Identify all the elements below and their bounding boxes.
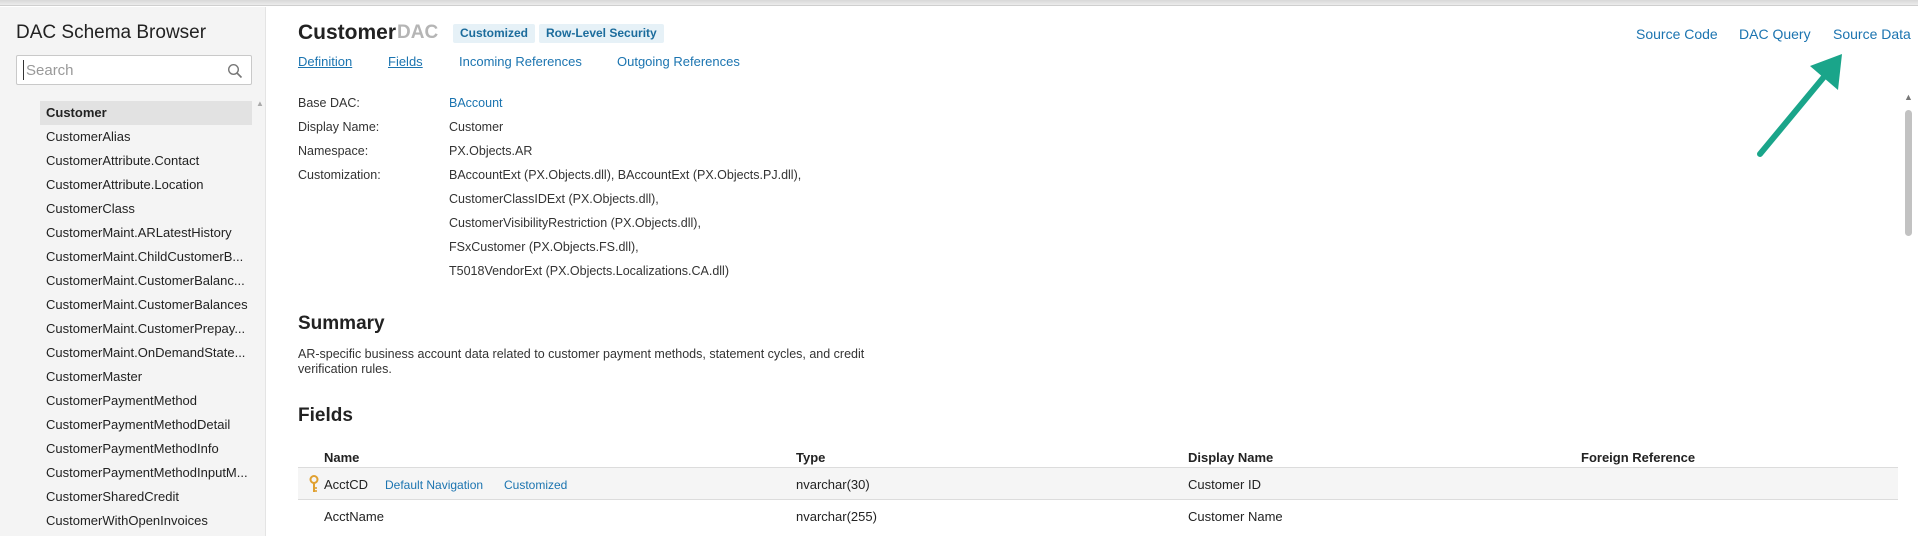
column-header-name[interactable]: Name (324, 450, 359, 465)
list-item[interactable]: CustomerMaint.OnDemandState... (40, 341, 252, 365)
tab-incoming-references[interactable]: Incoming References (459, 54, 582, 69)
annotation-arrow (1757, 54, 1842, 157)
scrollbar-thumb[interactable] (1905, 110, 1912, 236)
list-item[interactable]: CustomerAlias (40, 125, 252, 149)
customization-value: CustomerVisibilityRestriction (PX.Object… (449, 216, 701, 230)
tab-fields[interactable]: Fields (388, 54, 423, 69)
namespace-value: PX.Objects.AR (449, 144, 533, 158)
column-header-display-name[interactable]: Display Name (1188, 450, 1273, 465)
list-item[interactable]: CustomerSharedCredit (40, 485, 252, 509)
list-item[interactable]: CustomerWithOpenInvoices (40, 509, 252, 533)
field-display-name: Customer Name (1188, 509, 1283, 524)
customization-value: CustomerClassIDExt (PX.Objects.dll), (449, 192, 659, 206)
search-icon[interactable] (227, 63, 243, 79)
list-item[interactable]: CustomerMaint.CustomerBalances (40, 293, 252, 317)
field-display-name: Customer ID (1188, 477, 1261, 492)
list-item[interactable]: CustomerMaster (40, 365, 252, 389)
field-name: AcctCD (324, 477, 369, 492)
list-item[interactable]: CustomerMaint.CustomerBalanc... (40, 269, 252, 293)
list-item[interactable]: CustomerPaymentMethodDetail (40, 413, 252, 437)
scroll-up-icon[interactable]: ▲ (1904, 92, 1913, 102)
source-code-link[interactable]: Source Code (1636, 26, 1718, 42)
tab-outgoing-references[interactable]: Outgoing References (617, 54, 740, 69)
sidebar: DAC Schema Browser ▲ Customer CustomerAl… (0, 7, 266, 536)
page-title: Customer (298, 21, 397, 44)
customization-label: Customization: (298, 168, 381, 182)
summary-heading: Summary (298, 313, 385, 334)
base-dac-label: Base DAC: (298, 96, 360, 110)
list-item[interactable]: Customer (40, 101, 252, 125)
customization-value: FSxCustomer (PX.Objects.FS.dll), (449, 240, 639, 254)
default-navigation-tag: Default Navigation (385, 478, 484, 492)
tab-definition[interactable]: Definition (298, 54, 352, 69)
sidebar-title: DAC Schema Browser (16, 22, 207, 43)
table-row[interactable]: AcctName nvarchar(255) Customer Name (298, 499, 1898, 531)
sidebar-scroll-up-icon[interactable]: ▲ (256, 99, 264, 108)
dac-list: Customer CustomerAlias CustomerAttribute… (40, 101, 252, 533)
column-header-foreign-reference[interactable]: Foreign Reference (1581, 450, 1695, 465)
field-type: nvarchar(255) (796, 509, 877, 524)
customization-value: T5018VendorExt (PX.Objects.Localizations… (449, 264, 729, 278)
column-header-type[interactable]: Type (796, 450, 825, 465)
search-box (16, 55, 252, 85)
list-item[interactable]: CustomerPaymentMethod (40, 389, 252, 413)
customization-value: BAccountExt (PX.Objects.dll), BAccountEx… (449, 168, 802, 182)
page-subtitle: DAC (397, 22, 439, 43)
list-item[interactable]: CustomerAttribute.Contact (40, 149, 252, 173)
search-input[interactable] (23, 60, 219, 80)
namespace-label: Namespace: (298, 144, 369, 158)
display-name-value: Customer (449, 120, 504, 134)
list-item[interactable]: CustomerMaint.ARLatestHistory (40, 221, 252, 245)
display-name-label: Display Name: (298, 120, 380, 134)
list-item[interactable]: CustomerClass (40, 197, 252, 221)
row-level-security-badge: Row-Level Security (539, 24, 664, 43)
customized-badge: Customized (453, 24, 536, 43)
list-item[interactable]: CustomerMaint.ChildCustomerB... (40, 245, 252, 269)
list-item[interactable]: CustomerPaymentMethodInputM... (40, 461, 252, 485)
dac-query-link[interactable]: DAC Query (1739, 26, 1811, 42)
field-name: AcctName (324, 509, 384, 524)
window-top-edge (0, 0, 1918, 6)
list-item[interactable]: CustomerMaint.CustomerPrepay... (40, 317, 252, 341)
summary-text: AR-specific business account data relate… (298, 347, 865, 376)
source-data-link[interactable]: Source Data (1833, 26, 1911, 42)
key-icon (309, 475, 319, 492)
field-type: nvarchar(30) (796, 477, 870, 492)
fields-table-header: Name Type Display Name Foreign Reference (298, 440, 1898, 470)
customized-tag: Customized (504, 478, 568, 492)
base-dac-link[interactable]: BAccount (449, 96, 503, 110)
fields-heading: Fields (298, 405, 353, 426)
main-content: Customer DAC Customized Row-Level Securi… (298, 7, 1911, 536)
list-item[interactable]: CustomerPaymentMethodInfo (40, 437, 252, 461)
table-row[interactable]: AcctCD Default Navigation Customized nva… (298, 467, 1898, 499)
main-scrollbar[interactable]: ▲ (1903, 92, 1914, 536)
list-item[interactable]: CustomerAttribute.Location (40, 173, 252, 197)
